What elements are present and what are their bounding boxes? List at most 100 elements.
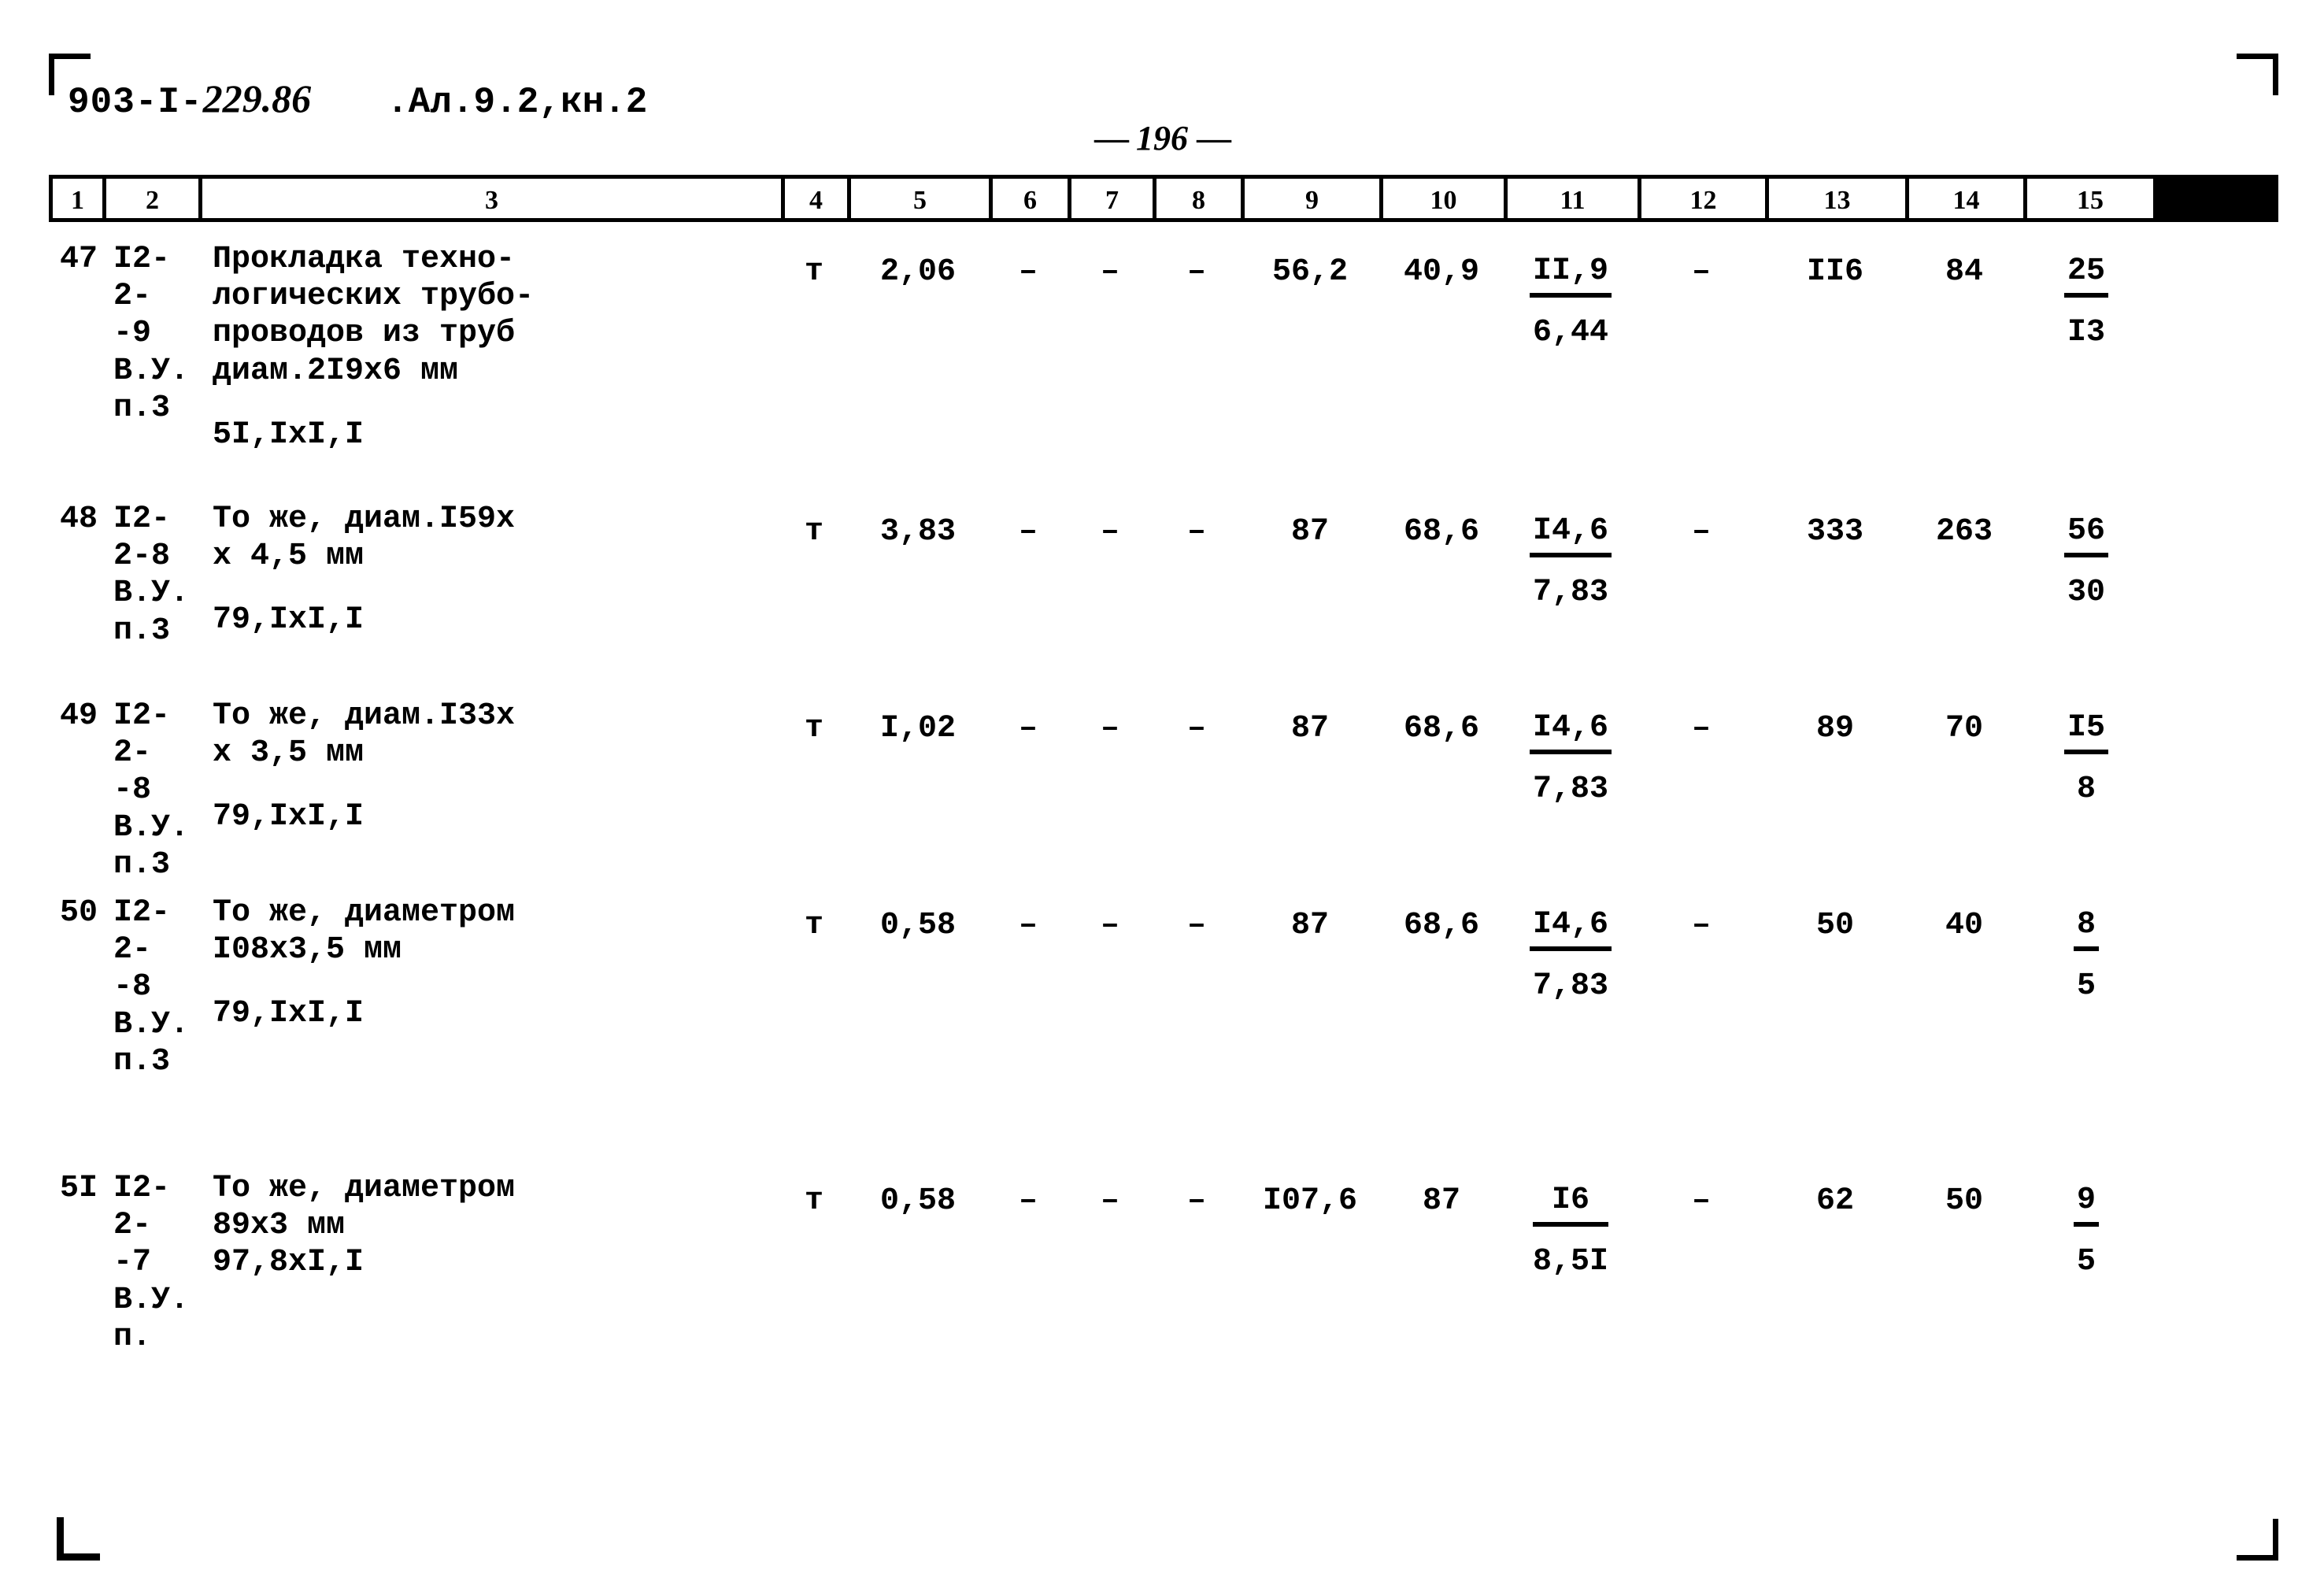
column-header-13: 13	[1769, 179, 1909, 218]
row-value-11-denominator: 8,5I	[1532, 1244, 1608, 1279]
page-number-value: 196	[1136, 119, 1188, 157]
row-value-5: 3,83	[879, 514, 956, 550]
column-header-2: 2	[106, 179, 202, 218]
row-value-11-fraction: I4,6 7,83	[1504, 693, 1638, 808]
row-value-15-denominator: 30	[2067, 575, 2105, 610]
column-header-3: 3	[202, 179, 785, 218]
row-value-11-numerator: I4,6	[1529, 710, 1612, 754]
row-value-9: 87	[1290, 908, 1329, 943]
row-description-text: То же, диаметром I08х3,5 мм	[213, 895, 516, 968]
table-row: 48 I2-2-8 В.У. п.3 То же, диам.I59х х 4,5 …	[49, 496, 2278, 650]
row-unit: т	[804, 254, 823, 290]
row-position-number: 49	[60, 698, 98, 734]
row-description-coefficients: 5I,IxI,I	[213, 417, 365, 453]
row-value-13: II6	[1806, 254, 1863, 290]
crop-mark-bottom-right	[2237, 1519, 2278, 1561]
row-value-14: 84	[1945, 254, 1983, 290]
column-header-10: 10	[1383, 179, 1508, 218]
row-value-7: –	[1100, 514, 1119, 550]
row-value-5: 0,58	[879, 1183, 956, 1219]
column-header-1: 1	[53, 179, 106, 218]
row-value-11-numerator: I4,6	[1529, 513, 1612, 557]
row-value-15-numerator: I5	[2063, 710, 2108, 754]
row-value-10: 87	[1422, 1183, 1460, 1219]
row-value-8: –	[1186, 908, 1206, 943]
row-value-15-numerator: 8	[2073, 907, 2099, 951]
row-value-15-numerator: 25	[2063, 254, 2108, 298]
table-row: 5I I2-2- -7 В.У. п. То же, диаметром 89х3 …	[49, 1165, 2278, 1356]
crop-mark-bottom-left	[57, 1517, 100, 1561]
row-value-5: I,02	[879, 711, 956, 746]
row-description: То же, диаметром I08х3,5 мм 79,IxI,I	[198, 890, 781, 1033]
column-header-7: 7	[1071, 179, 1156, 218]
row-value-14: 50	[1945, 1183, 1983, 1219]
row-value-11-denominator: 6,44	[1532, 315, 1608, 350]
row-value-15-fraction: 95	[2023, 1165, 2149, 1280]
row-value-11-numerator: II,9	[1529, 254, 1612, 298]
row-value-7: –	[1100, 908, 1119, 943]
row-value-11-numerator: I6	[1532, 1183, 1608, 1227]
row-value-15-denominator: 5	[2076, 968, 2096, 1004]
row-value-13: 89	[1815, 711, 1854, 746]
document-header: 903-I-229.86 .Ал.9.2,кн.2	[68, 76, 647, 123]
row-value-11-fraction: I4,6 7,83	[1504, 890, 1638, 1005]
row-norm-code: I2-2- -9 В.У. п.3	[113, 242, 190, 426]
crop-mark-top-right	[2237, 54, 2278, 95]
row-value-5: 2,06	[879, 254, 956, 290]
row-value-15-fraction: I5 8	[2023, 693, 2149, 808]
row-unit: т	[804, 514, 823, 550]
document-code-number: 229.86	[202, 76, 312, 120]
row-value-12: –	[1691, 514, 1711, 550]
row-unit: т	[804, 711, 823, 746]
row-description: Прокладка техно- логических трубо- прово…	[198, 236, 781, 454]
row-norm-code: I2-2- -8 В.У. п.3	[113, 698, 190, 883]
row-value-6: –	[1018, 711, 1038, 746]
row-value-11-numerator: I4,6	[1529, 907, 1612, 951]
row-value-11-fraction: II,9 6,44	[1504, 236, 1638, 351]
row-value-11-fraction: I4,6 7,83	[1504, 496, 1638, 611]
row-value-6: –	[1018, 1183, 1038, 1219]
row-value-10: 68,6	[1403, 514, 1479, 550]
row-norm-code: I2-2-8 В.У. п.3	[113, 502, 190, 649]
row-value-9: 87	[1290, 514, 1329, 550]
column-header-12: 12	[1641, 179, 1769, 218]
row-value-10: 40,9	[1403, 254, 1479, 290]
row-value-11-denominator: 7,83	[1532, 575, 1608, 610]
row-description-text: То же, диаметром 89х3 мм 97,8хI,I	[213, 1171, 516, 1281]
page-number-dash-left: —	[1094, 119, 1129, 157]
row-description-coefficients: 79,IxI,I	[213, 602, 365, 639]
column-header-4: 4	[785, 179, 851, 218]
row-description: То же, диаметром 89х3 мм 97,8хI,I	[198, 1165, 781, 1282]
row-value-15-numerator: 9	[2073, 1183, 2099, 1227]
row-value-11-denominator: 7,83	[1532, 772, 1608, 807]
row-value-6: –	[1018, 254, 1038, 290]
column-number-header-row: 1 2 3 4 5 6 7 8 9 10 11 12 13 14 15	[49, 175, 2278, 222]
row-value-14: 70	[1945, 711, 1983, 746]
row-value-9: 87	[1290, 711, 1329, 746]
row-value-14: 263	[1935, 514, 1993, 550]
row-description-text: То же, диам.I33х х 3,5 мм	[213, 698, 516, 772]
row-value-15-denominator: 8	[2076, 772, 2096, 807]
row-value-15-fraction: 85	[2023, 890, 2149, 1005]
row-value-6: –	[1018, 908, 1038, 943]
row-description-coefficients: 79,IxI,I	[213, 799, 365, 835]
row-value-8: –	[1186, 1183, 1206, 1219]
table-row: 47 I2-2- -9 В.У. п.3 Прокладка техно- логи…	[49, 236, 2278, 454]
album-reference: .Ал.9.2,кн.2	[387, 82, 648, 123]
row-position-number: 47	[60, 242, 98, 277]
row-position-number: 50	[60, 895, 98, 931]
row-value-13: 333	[1806, 514, 1863, 550]
row-value-9: 56,2	[1271, 254, 1348, 290]
column-header-5: 5	[851, 179, 993, 218]
row-value-8: –	[1186, 514, 1206, 550]
row-value-9: I07,6	[1262, 1183, 1358, 1219]
column-header-15: 15	[2027, 179, 2153, 218]
row-value-13: 50	[1815, 908, 1854, 943]
row-unit: т	[804, 1183, 823, 1219]
row-value-15-numerator: 56	[2063, 513, 2108, 557]
row-value-11-denominator: 7,83	[1532, 968, 1608, 1004]
row-unit: т	[804, 908, 823, 943]
row-norm-code: I2-2- -8 В.У. п.3	[113, 895, 190, 1079]
row-value-13: 62	[1815, 1183, 1854, 1219]
row-description-text: Прокладка техно- логических трубо- прово…	[213, 242, 535, 389]
